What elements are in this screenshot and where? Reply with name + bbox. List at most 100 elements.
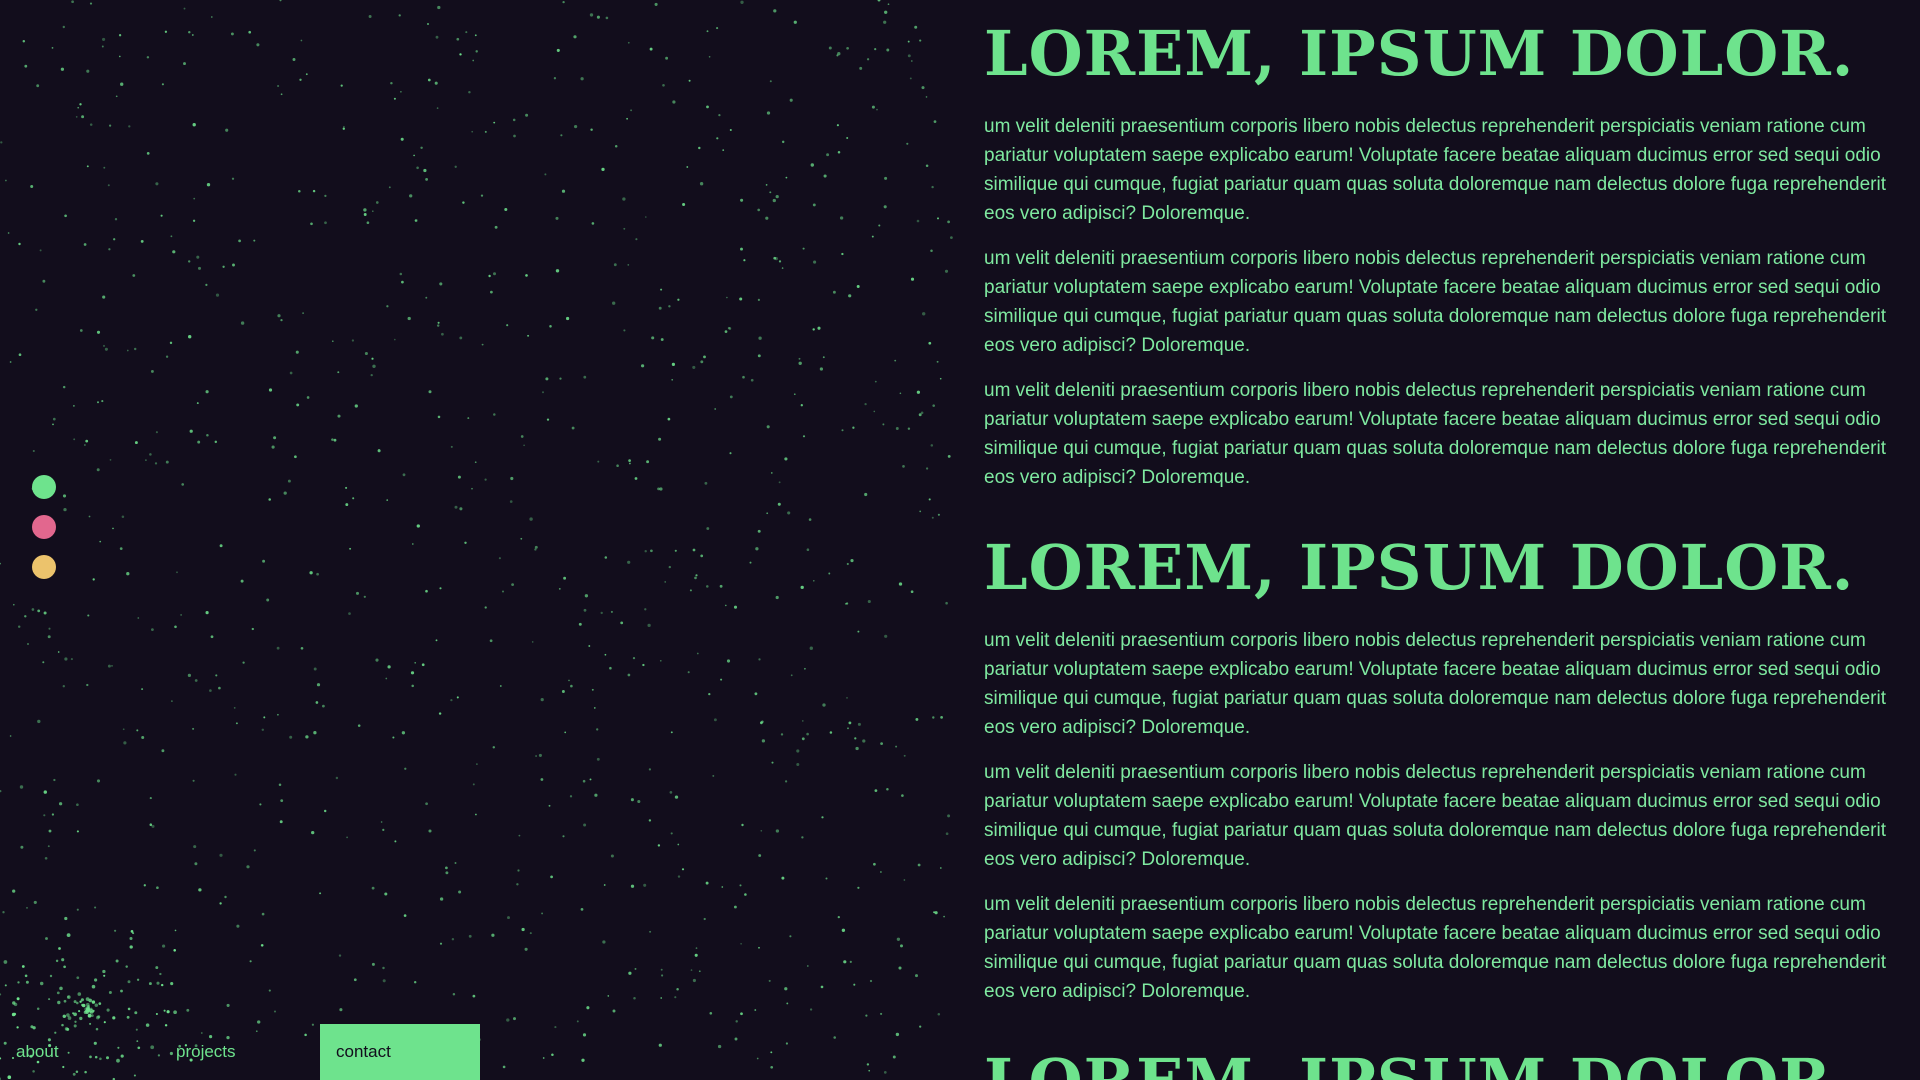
star-dot — [841, 928, 846, 932]
star-dot — [846, 562, 849, 566]
star-dot — [472, 59, 475, 62]
theme-dot-yellow[interactable] — [32, 555, 56, 579]
star-dot — [170, 235, 173, 238]
star-dot — [97, 401, 99, 404]
star-dot — [4, 984, 7, 987]
star-dot — [340, 84, 343, 87]
star-dot — [118, 34, 122, 37]
star-dot — [388, 186, 391, 189]
star-dot — [33, 900, 37, 904]
star-dot — [401, 280, 404, 284]
star-dot — [825, 877, 828, 880]
star-dot — [48, 998, 51, 1001]
star-dot — [96, 779, 101, 783]
star-dot — [437, 321, 440, 324]
star-dot — [919, 510, 922, 513]
star-dot — [37, 609, 41, 613]
star-dot — [375, 201, 379, 204]
star-dot — [681, 868, 685, 871]
star-dot — [91, 1000, 96, 1004]
theme-dot-green[interactable] — [32, 475, 56, 499]
star-dot — [198, 888, 202, 892]
star-dot — [279, 0, 282, 2]
star-dot — [602, 940, 606, 944]
star-dot — [771, 761, 774, 764]
star-dot — [120, 82, 124, 86]
star-dot — [932, 404, 935, 407]
star-dot — [637, 799, 641, 804]
star-dot — [545, 377, 549, 381]
star-dot — [686, 166, 689, 168]
theme-dot-pink[interactable] — [32, 515, 56, 539]
star-dot — [416, 524, 420, 528]
star-dot — [660, 288, 663, 291]
star-dot — [801, 836, 804, 839]
star-dot — [441, 332, 444, 336]
star-dot — [740, 1012, 743, 1016]
star-dot — [626, 117, 628, 120]
star-dot — [777, 502, 781, 506]
star-dot — [580, 908, 584, 911]
star-dot — [755, 547, 759, 551]
star-dot — [234, 773, 237, 776]
star-dot — [161, 83, 164, 86]
star-dot — [689, 589, 692, 592]
star-dot — [658, 1043, 662, 1047]
star-dot — [535, 755, 538, 757]
star-dot — [26, 907, 28, 909]
star-dot — [513, 134, 516, 138]
star-dot — [778, 260, 782, 263]
star-dot — [235, 722, 238, 725]
star-dot — [713, 718, 717, 722]
star-dot — [464, 541, 467, 545]
star-dot — [884, 176, 888, 180]
star-dot — [947, 454, 951, 458]
content-section: LOREM, IPSUM DOLOR. um velit deleniti pr… — [984, 18, 1894, 492]
section-paragraph: um velit deleniti praesentium corporis l… — [984, 894, 1886, 1002]
star-dot — [88, 515, 91, 518]
star-dot — [136, 729, 139, 732]
star-dot — [823, 174, 827, 178]
star-dot — [765, 184, 768, 186]
star-dot — [187, 673, 191, 678]
star-dot — [883, 20, 887, 24]
nav-projects-link[interactable]: projects — [160, 1024, 320, 1080]
nav-contact-link[interactable]: contact — [320, 1024, 480, 1080]
star-dot — [864, 402, 867, 406]
star-dot — [612, 1009, 616, 1013]
star-dot — [597, 460, 600, 463]
star-dot — [939, 867, 942, 869]
star-dot — [160, 983, 164, 987]
star-dot — [151, 824, 155, 828]
star-dot — [331, 340, 334, 343]
star-dot — [183, 7, 186, 10]
star-dot — [817, 326, 821, 330]
star-dot — [296, 403, 300, 407]
star-dot — [236, 924, 240, 928]
star-dot — [404, 767, 407, 770]
star-dot — [85, 439, 89, 443]
star-dot — [25, 980, 29, 984]
star-dot — [47, 635, 51, 639]
star-dot — [49, 974, 53, 978]
star-dot — [765, 216, 769, 220]
star-dot — [895, 427, 899, 430]
star-dot — [648, 819, 652, 822]
star-dot — [712, 774, 715, 777]
star-dot — [857, 630, 860, 633]
star-dot — [43, 814, 46, 817]
star-dot — [772, 198, 776, 203]
star-dot — [848, 721, 852, 725]
starfield-background — [0, 0, 953, 1080]
star-dot — [102, 295, 106, 299]
star-dot — [173, 1010, 177, 1015]
star-dot — [89, 123, 93, 126]
star-dot — [165, 460, 169, 464]
star-dot — [630, 798, 634, 802]
star-dot — [24, 974, 28, 978]
star-dot — [674, 795, 679, 799]
nav-about-link[interactable]: about — [0, 1024, 160, 1080]
star-dot — [188, 30, 191, 34]
star-dot — [757, 298, 761, 302]
star-dot — [289, 735, 293, 739]
